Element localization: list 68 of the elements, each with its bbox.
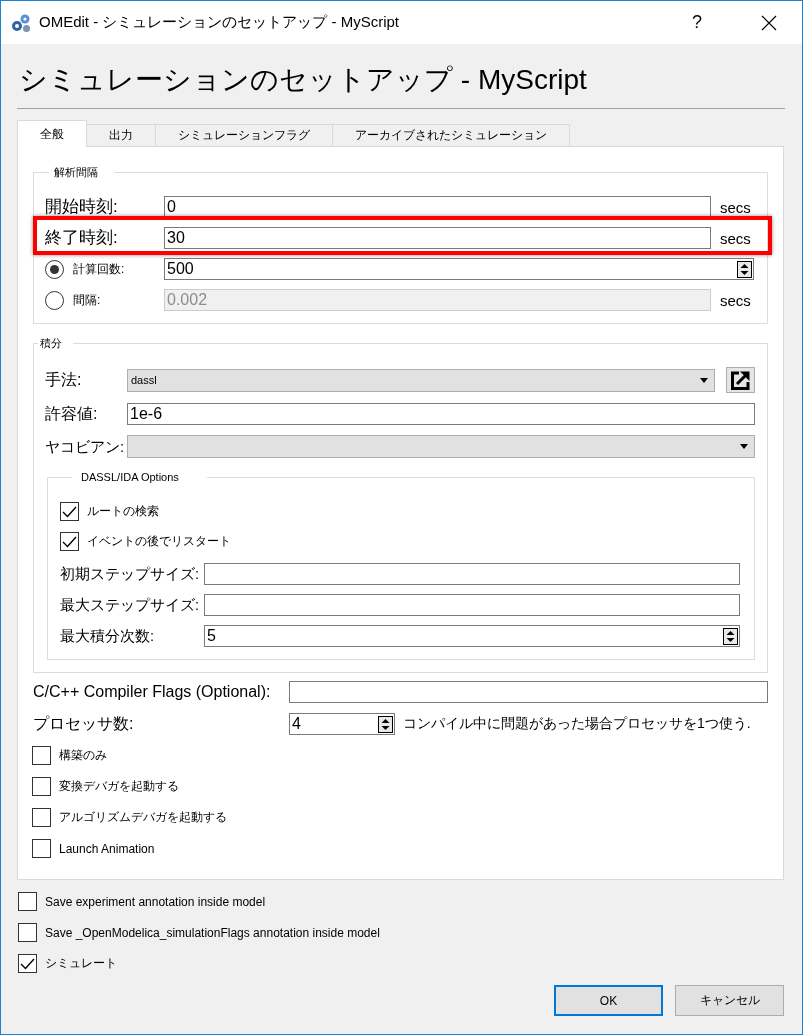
group-title: 解析間隔 bbox=[53, 166, 99, 179]
checkbox[interactable] bbox=[18, 954, 37, 973]
checkbox[interactable] bbox=[32, 808, 51, 827]
text-field[interactable]: 0 bbox=[164, 196, 711, 218]
checkmark-icon bbox=[20, 957, 35, 970]
unit-label: secs bbox=[719, 291, 752, 309]
checkbox-label: アルゴリズムデバガを起動する bbox=[59, 809, 227, 826]
checkbox-label: Save _OpenModelica_simulationFlags annotation inside model bbox=[45, 925, 380, 940]
field-label: 終了時刻: bbox=[45, 227, 119, 249]
caret-icon bbox=[700, 377, 708, 383]
field-label: プロセッサ数: bbox=[33, 713, 135, 734]
dialog-button[interactable]: キャンセル bbox=[675, 985, 784, 1016]
caret-icon bbox=[740, 444, 748, 449]
field-label: 手法: bbox=[45, 370, 83, 390]
spin-box[interactable]: 5 bbox=[204, 625, 740, 647]
text-field[interactable] bbox=[204, 563, 740, 585]
field-label: 許容値: bbox=[45, 404, 99, 424]
help-button[interactable]: ? bbox=[674, 7, 720, 38]
field-label: ヤコビアン: bbox=[45, 436, 126, 457]
group-title: 積分 bbox=[39, 337, 63, 350]
dropdown[interactable]: dassl bbox=[127, 368, 715, 392]
unit-label: secs bbox=[719, 229, 752, 247]
checkbox[interactable] bbox=[32, 746, 51, 765]
text-field[interactable]: 1e-6 bbox=[127, 403, 755, 425]
gears-icon bbox=[11, 12, 31, 33]
field-label: 最大ステップサイズ: bbox=[60, 596, 201, 615]
box-arrow-icon bbox=[730, 369, 751, 391]
checkmark-icon bbox=[62, 505, 77, 518]
checkbox[interactable] bbox=[18, 923, 37, 942]
checkmark-icon bbox=[62, 535, 77, 548]
tab[interactable]: アーカイブされたシミュレーション bbox=[332, 124, 570, 146]
checkbox[interactable] bbox=[32, 839, 51, 858]
radio-dot-icon bbox=[50, 264, 59, 274]
up-down-arrows-icon[interactable] bbox=[378, 715, 393, 733]
spin-box[interactable]: 500 bbox=[164, 258, 754, 280]
checkbox-label: ルートの検索 bbox=[87, 503, 159, 520]
hint-text: コンパイル中に問題があった場合プロセッサを1つ使う. bbox=[403, 715, 751, 733]
checkbox-label: シミュレート bbox=[45, 955, 117, 972]
checkbox[interactable] bbox=[60, 502, 79, 521]
external-link-button[interactable] bbox=[726, 367, 755, 393]
group-title: DASSL/IDA Options bbox=[80, 471, 180, 484]
radio-button[interactable] bbox=[45, 259, 64, 279]
dialog-heading: シミュレーションのセットアップ - MyScript bbox=[19, 63, 588, 97]
radio-label: 計算回数: bbox=[73, 260, 125, 278]
checkbox-label: Save experiment annotation inside model bbox=[45, 894, 266, 909]
checkbox-label: Launch Animation bbox=[59, 841, 155, 856]
text-field[interactable] bbox=[204, 594, 740, 616]
text-field[interactable] bbox=[289, 681, 768, 703]
checkbox-label: 変換デバガを起動する bbox=[59, 778, 179, 795]
checkbox-label: イベントの後でリスタート bbox=[87, 533, 231, 550]
close-icon bbox=[761, 14, 777, 31]
field-label: 開始時刻: bbox=[45, 196, 119, 218]
field-label: C/C++ Compiler Flags (Optional): bbox=[33, 682, 272, 702]
text-field[interactable]: 30 bbox=[164, 227, 711, 249]
tab[interactable]: 全般 bbox=[17, 120, 87, 147]
field-label: 最大積分次数: bbox=[60, 627, 156, 646]
checkbox[interactable] bbox=[60, 532, 79, 551]
unit-label: secs bbox=[719, 198, 752, 216]
field-label: 初期ステップサイズ: bbox=[60, 565, 201, 584]
radio-label: 間隔: bbox=[73, 291, 101, 309]
checkbox[interactable] bbox=[18, 892, 37, 911]
up-down-arrows-icon[interactable] bbox=[737, 260, 752, 278]
checkbox-label: 構築のみ bbox=[59, 747, 107, 764]
up-down-arrows-icon[interactable] bbox=[723, 627, 738, 645]
spin-box[interactable]: 4 bbox=[289, 713, 395, 735]
checkbox[interactable] bbox=[32, 777, 51, 796]
dialog-button[interactable]: OK bbox=[554, 985, 663, 1016]
window-title: OMEdit - シミュレーションのセットアップ - MyScript bbox=[39, 13, 400, 32]
